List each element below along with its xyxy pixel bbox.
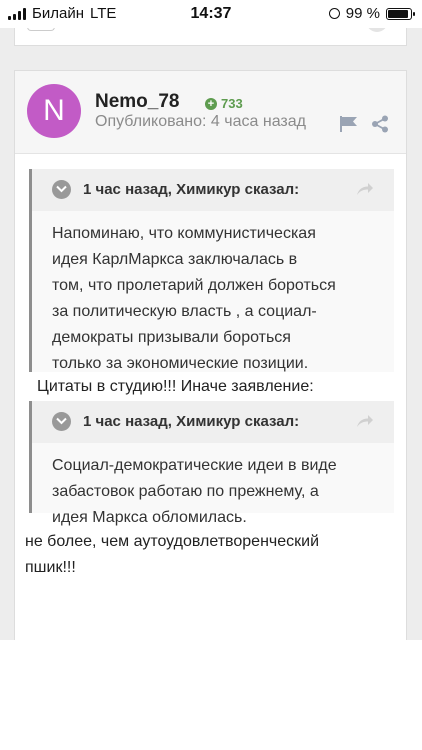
post-header: N Nemo_78 + 733 Опубликовано: 4 часа наз… bbox=[15, 71, 406, 154]
bottom-fade bbox=[0, 640, 422, 750]
status-right: 99 % bbox=[328, 5, 415, 22]
plus-icon: + bbox=[205, 97, 217, 110]
chevron-down-icon[interactable] bbox=[52, 180, 71, 199]
quote-line: забастовок работаю по прежнему, а bbox=[52, 483, 319, 500]
post-text: не более, чем аутоудовлетворенческий пши… bbox=[25, 529, 395, 581]
quote-line: идея КарлМаркса заключалась в bbox=[52, 251, 298, 268]
quote-line: идея Маркса обломилась. bbox=[52, 509, 247, 526]
quote-header: 1 час назад, Химикур сказал: bbox=[32, 401, 394, 443]
forum-post: N Nemo_78 + 733 Опубликовано: 4 часа наз… bbox=[14, 70, 407, 690]
avatar[interactable]: N bbox=[27, 84, 81, 138]
reputation-badge: + 733 bbox=[205, 96, 243, 111]
flag-icon[interactable] bbox=[339, 115, 359, 133]
quote-citation[interactable]: 1 час назад, Химикур сказал: bbox=[83, 181, 299, 198]
author-name[interactable]: Nemo_78 bbox=[95, 91, 180, 113]
published-time: Опубликовано: 4 часа назад bbox=[95, 113, 306, 130]
reply-arrow-icon[interactable] bbox=[356, 414, 374, 428]
share-icon[interactable] bbox=[371, 115, 389, 133]
quote-line: за политическую власть , а социал- bbox=[52, 303, 317, 320]
quote-block: 1 час назад, Химикур сказал: Напоминаю, … bbox=[29, 169, 394, 372]
quote-line: Социал-демократические идеи в виде bbox=[52, 457, 337, 474]
battery-icon bbox=[386, 7, 415, 20]
reply-arrow-icon[interactable] bbox=[356, 182, 374, 196]
reputation-value: 733 bbox=[221, 96, 243, 111]
quote-line: демократы призывали бороться bbox=[52, 329, 291, 346]
quote-header: 1 час назад, Химикур сказал: bbox=[32, 169, 394, 211]
quote-text: Напоминаю, что коммунистическая идея Кар… bbox=[32, 211, 394, 389]
quote-block: 1 час назад, Химикур сказал: Социал-демо… bbox=[29, 401, 394, 526]
post-line: пшик!!! bbox=[25, 559, 76, 576]
quote-citation[interactable]: 1 час назад, Химикур сказал: bbox=[83, 413, 299, 430]
battery-fill bbox=[388, 9, 408, 18]
chevron-down-icon[interactable] bbox=[52, 412, 71, 431]
alarm-icon bbox=[328, 8, 340, 19]
battery-percent: 99 % bbox=[345, 5, 380, 22]
quote-line: Напоминаю, что коммунистическая bbox=[52, 225, 316, 242]
status-bar: Билайн LTE 14:37 99 % bbox=[0, 0, 422, 28]
quote-text: Социал-демократические идеи в виде забас… bbox=[32, 443, 394, 543]
post-line: не более, чем аутоудовлетворенческий bbox=[25, 533, 320, 550]
post-text: Цитаты в студию!!! Иначе заявление: bbox=[37, 378, 314, 395]
quote-line: том, что пролетарий должен бороться bbox=[52, 277, 336, 294]
